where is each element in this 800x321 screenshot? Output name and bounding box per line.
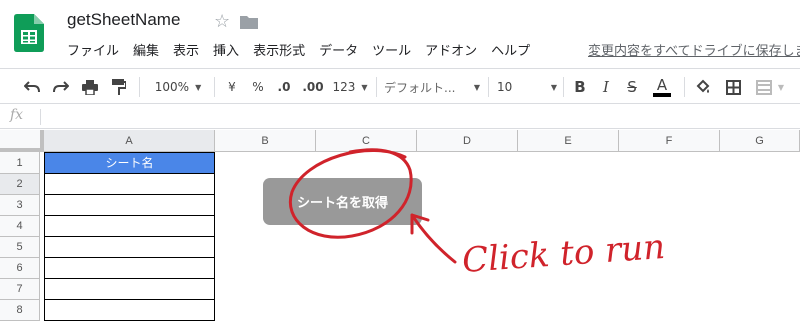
italic-icon[interactable]: I <box>595 75 617 99</box>
column-header-g[interactable]: G <box>720 130 800 152</box>
fill-color-icon[interactable] <box>691 75 715 99</box>
annotation-text: Click to run <box>461 227 666 281</box>
formula-bar-divider <box>40 109 41 125</box>
menu-edit[interactable]: 編集 <box>133 40 159 62</box>
menu-file[interactable]: ファイル <box>67 40 119 62</box>
paint-format-icon[interactable] <box>107 75 131 99</box>
cell-a8[interactable] <box>44 300 215 321</box>
cell-a6[interactable] <box>44 258 215 279</box>
column-header-a[interactable]: A <box>44 130 215 152</box>
decimal-increase-button[interactable]: .00 <box>300 75 326 99</box>
merge-cells-select[interactable]: ▼ <box>750 75 790 99</box>
toolbar: 100% ▼ ¥ % .0 .00 123 ▼ デフォルト... ▼ 10 ▼ B I … <box>0 68 800 104</box>
toolbar-divider <box>139 77 140 97</box>
cell-a3[interactable] <box>44 195 215 216</box>
toolbar-divider <box>214 77 215 97</box>
caret-down-icon: ▼ <box>361 82 368 92</box>
row-header-4[interactable]: 4 <box>0 216 40 237</box>
column-header-d[interactable]: D <box>417 130 518 152</box>
cell-a1[interactable]: シート名 <box>44 152 215 174</box>
toolbar-divider <box>684 77 685 97</box>
toolbar-divider <box>376 77 377 97</box>
percent-button[interactable]: % <box>247 75 269 99</box>
undo-icon[interactable] <box>20 75 44 99</box>
zoom-select[interactable]: 100% ▼ <box>148 75 208 99</box>
borders-icon[interactable] <box>721 75 745 99</box>
row-header-7[interactable]: 7 <box>0 279 40 300</box>
menu-insert[interactable]: 挿入 <box>213 40 239 62</box>
formula-bar[interactable]: fx <box>0 104 800 129</box>
strikethrough-icon[interactable]: S <box>621 75 643 99</box>
row-header-3[interactable]: 3 <box>0 195 40 216</box>
currency-button[interactable]: ¥ <box>221 75 243 99</box>
menu-bar: ファイル 編集 表示 挿入 表示形式 データ ツール アドオン ヘルプ <box>67 40 530 62</box>
caret-down-icon: ▼ <box>777 82 785 92</box>
row-header-6[interactable]: 6 <box>0 258 40 279</box>
more-formats-label: 123 <box>332 80 356 94</box>
row-header-8[interactable]: 8 <box>0 300 40 321</box>
menu-tools[interactable]: ツール <box>372 40 411 62</box>
font-family-select[interactable]: デフォルト... ▼ <box>384 75 480 99</box>
select-all-corner[interactable] <box>0 130 44 152</box>
menu-addons[interactable]: アドオン <box>425 40 477 62</box>
redo-icon[interactable] <box>49 75 73 99</box>
font-size-select[interactable]: 10 ▼ <box>497 75 557 99</box>
get-sheet-name-button[interactable]: シート名を取得 <box>263 178 422 225</box>
toolbar-divider <box>488 77 489 97</box>
save-status-link[interactable]: 変更内容をすべてドライブに保存しました <box>588 40 800 59</box>
row-header-5[interactable]: 5 <box>0 237 40 258</box>
zoom-value: 100% <box>154 80 190 94</box>
caret-down-icon: ▼ <box>473 82 480 92</box>
toolbar-divider <box>563 77 564 97</box>
star-icon[interactable]: ☆ <box>214 11 230 32</box>
cell-a4[interactable] <box>44 216 215 237</box>
menu-data[interactable]: データ <box>319 40 358 62</box>
fx-icon: fx <box>10 107 24 123</box>
font-size-value: 10 <box>497 80 513 94</box>
folder-icon[interactable] <box>240 15 258 29</box>
more-formats-select[interactable]: 123 ▼ <box>329 75 371 99</box>
document-title[interactable]: getSheetName <box>67 10 180 30</box>
column-header-c[interactable]: C <box>316 130 417 152</box>
menu-help[interactable]: ヘルプ <box>491 40 530 62</box>
decimal-decrease-button[interactable]: .0 <box>273 75 295 99</box>
row-header-2[interactable]: 2 <box>0 174 40 195</box>
bold-icon[interactable]: B <box>569 75 591 99</box>
font-family-value: デフォルト... <box>384 80 456 95</box>
row-header-1[interactable]: 1 <box>0 152 40 174</box>
column-header-b[interactable]: B <box>215 130 316 152</box>
menu-view[interactable]: 表示 <box>173 40 199 62</box>
menu-format[interactable]: 表示形式 <box>253 40 305 62</box>
column-header-e[interactable]: E <box>518 130 619 152</box>
caret-down-icon: ▼ <box>550 82 557 92</box>
cell-a7[interactable] <box>44 279 215 300</box>
column-header-f[interactable]: F <box>619 130 720 152</box>
caret-down-icon: ▼ <box>195 82 202 92</box>
cell-a5[interactable] <box>44 237 215 258</box>
cell-a2[interactable] <box>44 174 215 195</box>
text-color-icon[interactable]: A <box>650 75 674 99</box>
sheets-logo-icon[interactable] <box>14 14 44 52</box>
print-icon[interactable] <box>78 75 102 99</box>
